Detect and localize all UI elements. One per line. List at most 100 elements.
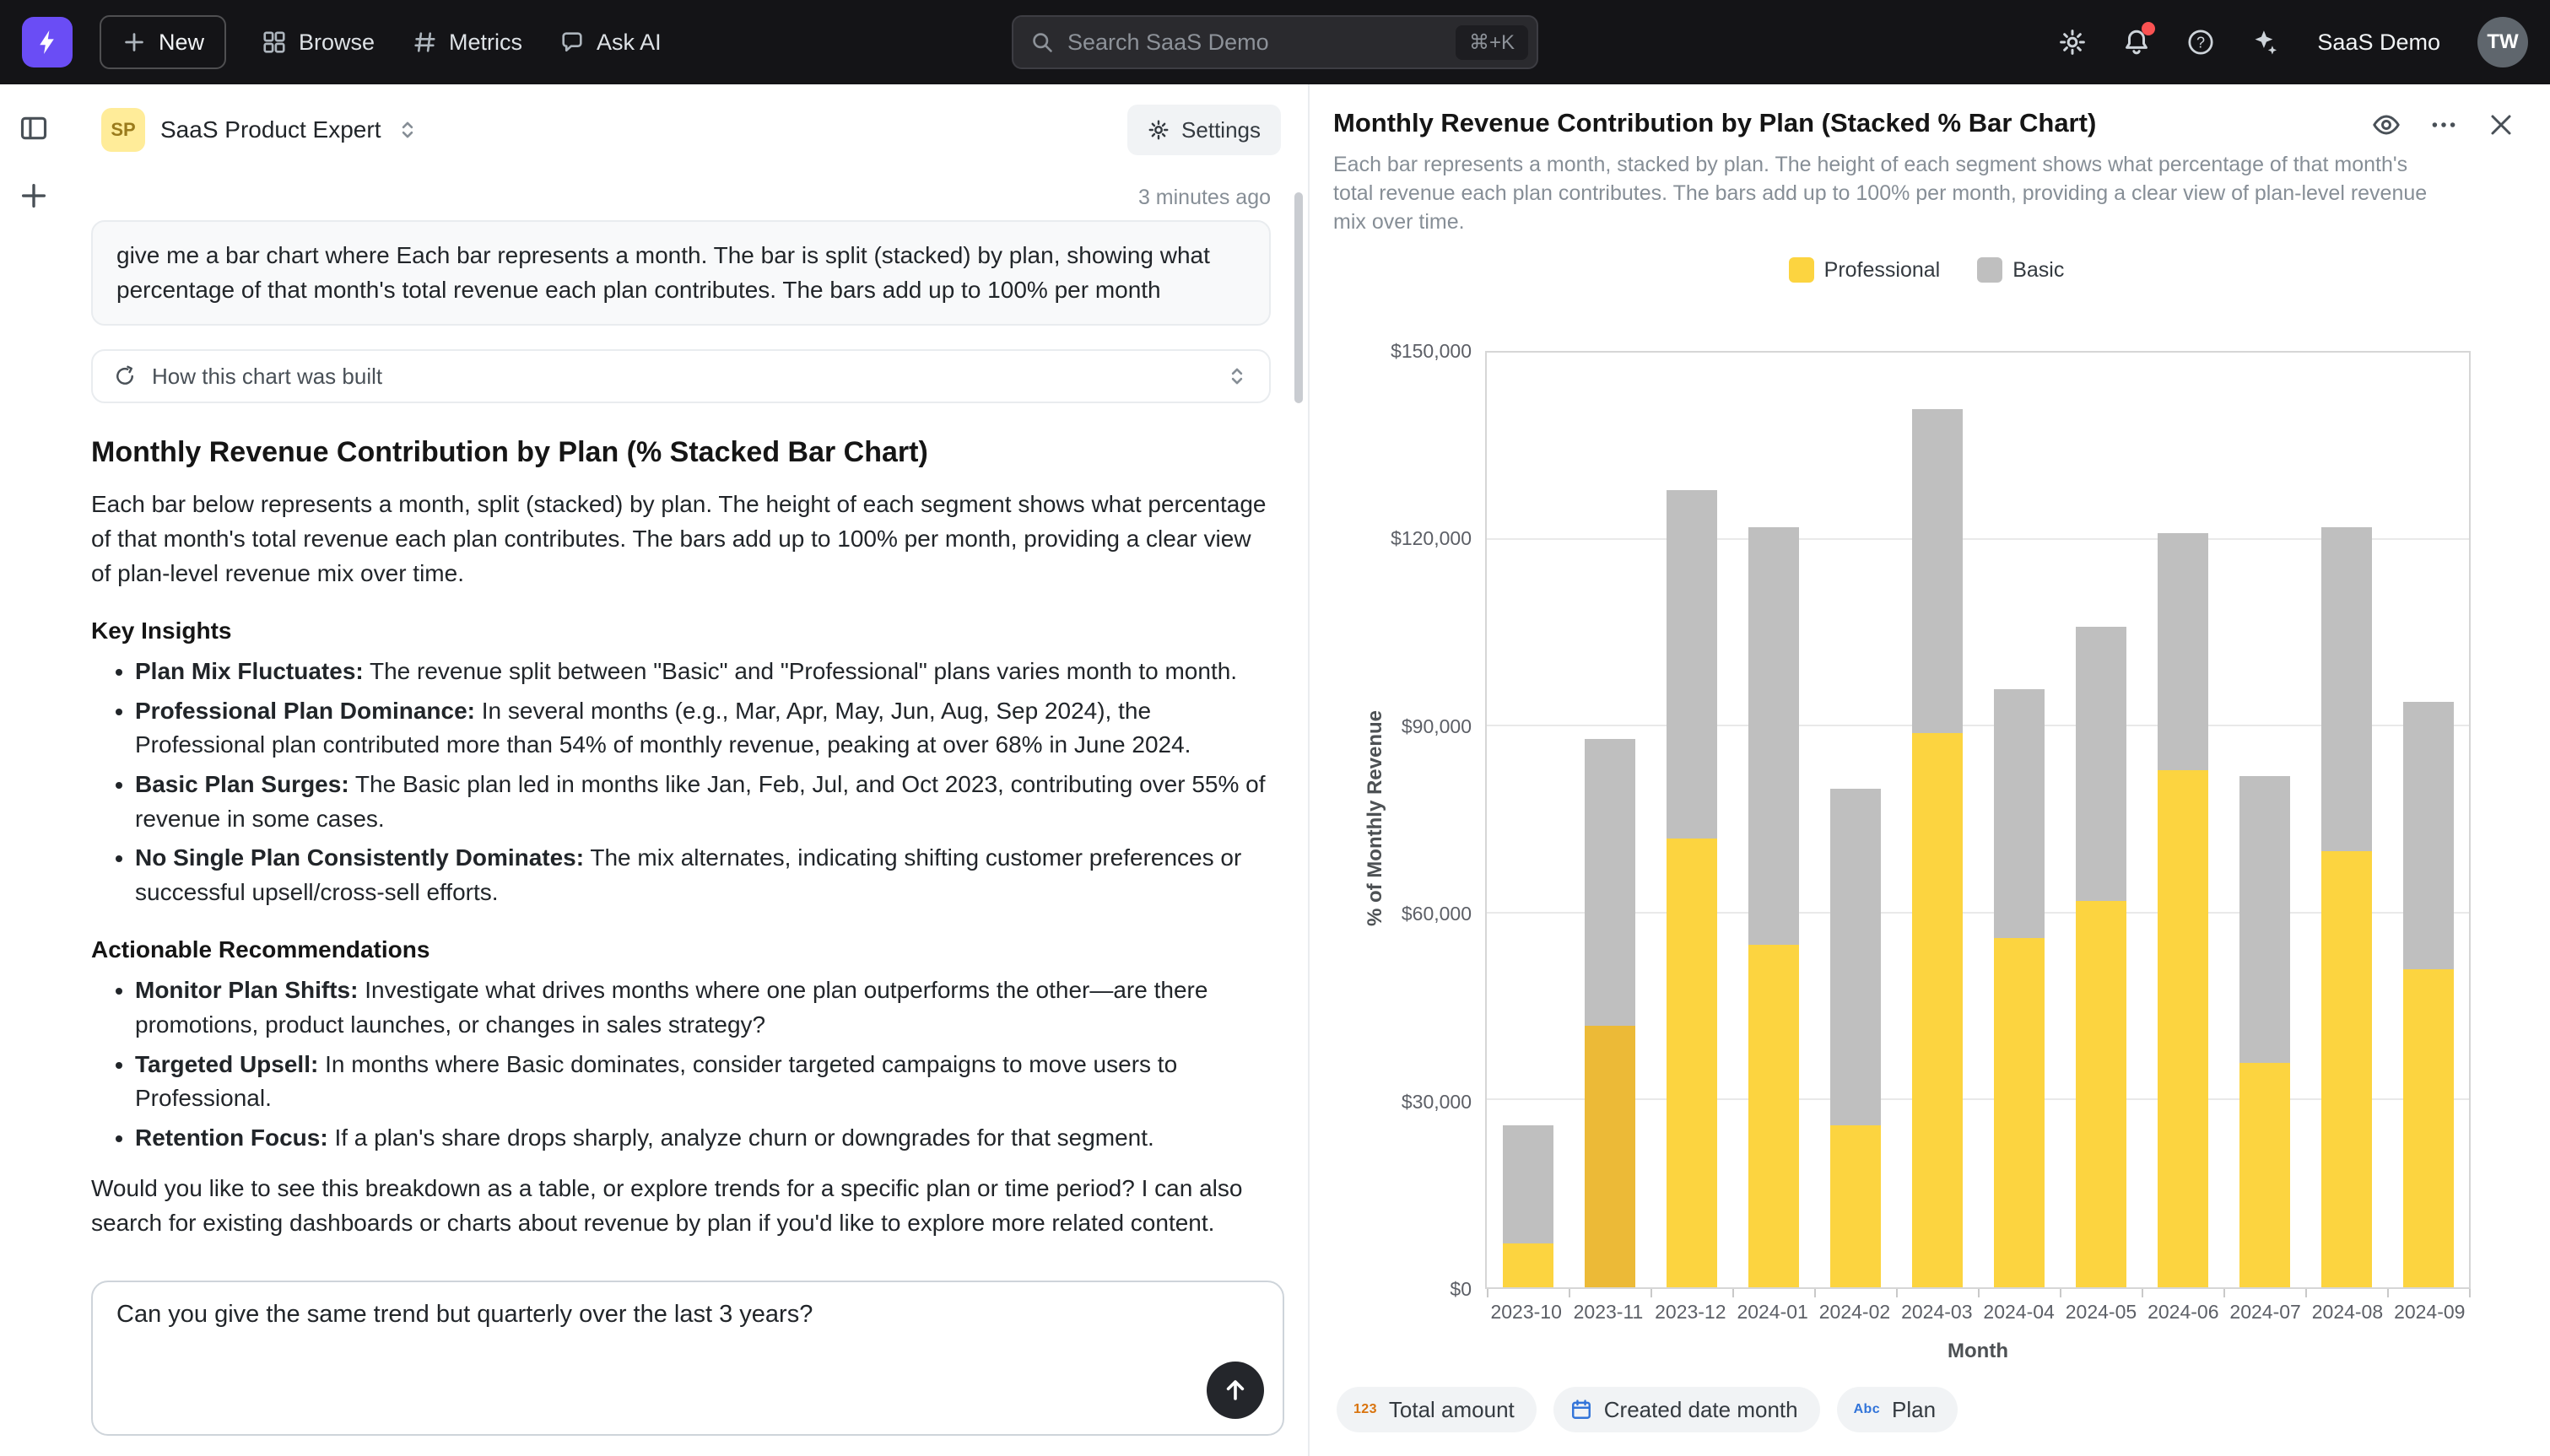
global-search-input[interactable]: Search SaaS Demo ⌘+K xyxy=(1012,15,1538,69)
segment-professional[interactable] xyxy=(2321,851,2372,1287)
legend-item-professional[interactable]: Professional xyxy=(1789,256,1941,283)
user-avatar[interactable]: TW xyxy=(2477,17,2528,67)
bar-2024-04[interactable] xyxy=(1994,353,2045,1287)
segment-basic[interactable] xyxy=(1912,409,1963,733)
help-button[interactable]: ? xyxy=(2172,13,2229,71)
chat-bubble-icon xyxy=(559,30,585,55)
segment-basic[interactable] xyxy=(1994,689,2045,938)
ellipsis-icon xyxy=(2429,111,2458,139)
bar-2024-02[interactable] xyxy=(1830,353,1881,1287)
ai-sparkles-button[interactable] xyxy=(2236,13,2293,71)
field-pill-label: Plan xyxy=(1892,1397,1936,1423)
insight-lead: Professional Plan Dominance: xyxy=(135,698,475,724)
segment-basic[interactable] xyxy=(1830,789,1881,1125)
new-thread-button[interactable] xyxy=(14,175,54,216)
chat-scrollbar[interactable] xyxy=(1294,192,1303,403)
y-tick-label: $30,000 xyxy=(1333,1090,1472,1114)
bar-2024-01[interactable] xyxy=(1748,353,1799,1287)
nav-item-ask-ai[interactable]: Ask AI xyxy=(541,15,680,69)
numeric-123-icon: 123 xyxy=(1353,1402,1377,1417)
bolt-icon xyxy=(34,29,61,56)
how-built-label: How this chart was built xyxy=(152,364,382,390)
close-button[interactable] xyxy=(2482,106,2520,143)
search-icon xyxy=(1030,30,1054,54)
bar-slot xyxy=(1896,353,1978,1287)
field-pill-plan[interactable]: AbcPlan xyxy=(1837,1387,1958,1432)
bar-2024-08[interactable] xyxy=(2321,353,2372,1287)
segment-basic[interactable] xyxy=(2076,627,2126,901)
notifications-button[interactable] xyxy=(2108,13,2165,71)
x-tick-label: 2024-07 xyxy=(2224,1301,2306,1324)
preview-button[interactable] xyxy=(2368,106,2405,143)
sidebar-panel-icon xyxy=(19,113,49,143)
nav-item-browse[interactable]: Browse xyxy=(243,15,393,69)
bar-2023-12[interactable] xyxy=(1667,353,1717,1287)
x-tick-mark xyxy=(2060,1289,2061,1297)
left-rail xyxy=(0,84,68,1456)
x-axis-title: Month xyxy=(1485,1340,2471,1363)
segment-basic[interactable] xyxy=(2239,776,2290,1063)
bar-2024-05[interactable] xyxy=(2076,353,2126,1287)
x-tick-label: 2024-08 xyxy=(2306,1301,2388,1324)
x-tick-mark xyxy=(2305,1289,2307,1297)
segment-basic[interactable] xyxy=(2321,527,2372,851)
field-pill-total-amount[interactable]: 123 Total amount xyxy=(1337,1387,1537,1432)
nav-item-metrics[interactable]: Metrics xyxy=(393,15,541,69)
new-button[interactable]: New xyxy=(100,15,226,69)
org-switcher[interactable]: SaaS Demo xyxy=(2300,30,2457,56)
segment-professional[interactable] xyxy=(1912,733,1963,1287)
segment-professional[interactable] xyxy=(1585,1026,1635,1287)
composer-input[interactable]: Can you give the same trend but quarterl… xyxy=(93,1282,1283,1380)
legend-item-basic[interactable]: Basic xyxy=(1977,256,2064,283)
x-tick-label: 2024-04 xyxy=(1978,1301,2060,1324)
insight-lead: No Single Plan Consistently Dominates: xyxy=(135,844,584,871)
search-shortcut-badge: ⌘+K xyxy=(1456,25,1528,60)
segment-professional[interactable] xyxy=(1748,945,1799,1287)
sidebar-toggle-button[interactable] xyxy=(14,108,54,148)
segment-professional[interactable] xyxy=(1503,1243,1553,1287)
segment-basic[interactable] xyxy=(1748,527,1799,945)
app-root: New Browse Metrics Ask AI Search SaaS De… xyxy=(0,0,2550,1456)
field-pill-created-date-month[interactable]: Created date month xyxy=(1553,1387,1820,1432)
x-tick-mark xyxy=(2387,1289,2389,1297)
bar-2024-06[interactable] xyxy=(2158,353,2208,1287)
send-button[interactable] xyxy=(1207,1362,1264,1419)
y-tick-label: $60,000 xyxy=(1333,902,1472,925)
chat-message-list: 3 minutes ago give me a bar chart where … xyxy=(68,172,1308,1267)
settings-nav-button[interactable] xyxy=(2044,13,2101,71)
more-options-button[interactable] xyxy=(2425,106,2462,143)
segment-basic[interactable] xyxy=(1585,739,1635,1026)
plus-icon xyxy=(122,30,147,55)
segment-professional[interactable] xyxy=(2158,770,2208,1287)
agent-selector[interactable]: SP SaaS Product Expert xyxy=(91,105,430,155)
main-area: SP SaaS Product Expert Settings 3 minute… xyxy=(0,84,2550,1456)
segment-professional[interactable] xyxy=(1994,938,2045,1287)
segment-basic[interactable] xyxy=(1503,1125,1553,1243)
x-tick-mark xyxy=(1650,1289,1652,1297)
bar-slot xyxy=(1487,353,1569,1287)
how-built-toggle[interactable]: How this chart was built xyxy=(91,349,1271,403)
segment-basic[interactable] xyxy=(2403,702,2454,970)
segment-professional[interactable] xyxy=(1667,839,1717,1287)
app-logo[interactable] xyxy=(22,17,73,67)
segment-professional[interactable] xyxy=(2076,901,2126,1287)
segment-professional[interactable] xyxy=(2403,969,2454,1287)
plus-icon xyxy=(19,181,49,211)
message-composer[interactable]: Can you give the same trend but quarterl… xyxy=(91,1281,1284,1436)
field-pill-label: Total amount xyxy=(1389,1397,1515,1423)
recommendation-lead: Retention Focus: xyxy=(135,1124,328,1151)
segment-professional[interactable] xyxy=(1830,1125,1881,1287)
bar-2023-11[interactable] xyxy=(1585,353,1635,1287)
bar-slot xyxy=(1978,353,2060,1287)
agent-settings-button[interactable]: Settings xyxy=(1127,105,1281,155)
bar-2024-03[interactable] xyxy=(1912,353,1963,1287)
bar-2024-07[interactable] xyxy=(2239,353,2290,1287)
segment-professional[interactable] xyxy=(2239,1063,2290,1287)
bar-slot xyxy=(1814,353,1896,1287)
bar-2024-09[interactable] xyxy=(2403,353,2454,1287)
chart-description: Each bar represents a month, stacked by … xyxy=(1333,150,2430,236)
segment-basic[interactable] xyxy=(2158,533,2208,770)
bar-2023-10[interactable] xyxy=(1503,353,1553,1287)
segment-basic[interactable] xyxy=(1667,490,1717,839)
insights-list: Plan Mix Fluctuates: The revenue split b… xyxy=(91,655,1271,909)
